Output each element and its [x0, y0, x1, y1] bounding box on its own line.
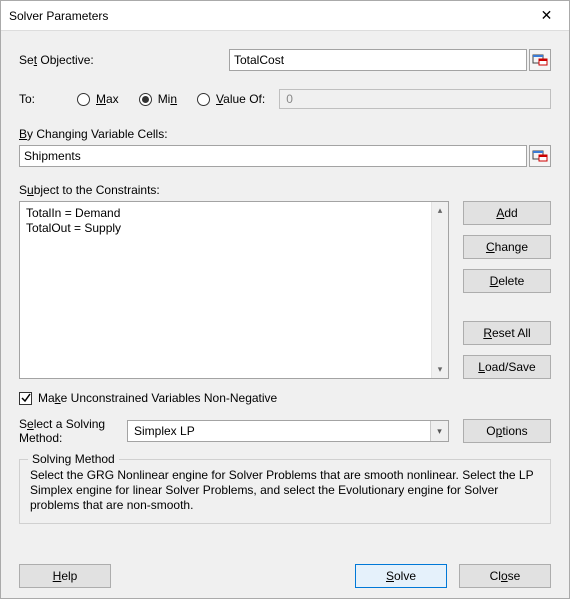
unconstrained-checkbox[interactable] — [19, 392, 32, 405]
window-title: Solver Parameters — [9, 9, 108, 23]
row-to: To: Max Min Value Of: 0 — [19, 89, 551, 109]
radio-max[interactable]: Max — [77, 92, 119, 106]
changing-cells-input[interactable] — [19, 145, 527, 167]
label-constraints: Subject to the Constraints: — [19, 183, 551, 197]
constraints-listbox[interactable]: TotalIn = Demand TotalOut = Supply ▴ ▾ — [19, 201, 449, 379]
add-button[interactable]: Add — [463, 201, 551, 225]
delete-button[interactable]: Delete — [463, 269, 551, 293]
solving-method-value: Simplex LP — [134, 424, 195, 438]
dialog-body: Set Objective: To: Max Min — [1, 31, 569, 598]
reset-all-button[interactable]: Reset All — [463, 321, 551, 345]
label-changing-cells: By Changing Variable Cells: — [19, 127, 551, 141]
label-to: To: — [19, 92, 77, 106]
radio-min-label: Min — [158, 92, 177, 106]
radio-value-of[interactable]: Value Of: — [197, 92, 265, 106]
constraint-side-buttons: Add Change Delete Reset All Load/Save — [463, 201, 551, 379]
solving-method-select[interactable]: Simplex LP ▾ — [127, 420, 449, 442]
radio-max-label: Max — [96, 92, 119, 106]
section-changing-cells: By Changing Variable Cells: — [19, 127, 551, 167]
solver-parameters-dialog: Solver Parameters ✕ Set Objective: To: — [0, 0, 570, 599]
title-bar: Solver Parameters ✕ — [1, 1, 569, 31]
solving-method-group: Solving Method Select the GRG Nonlinear … — [19, 459, 551, 524]
label-unconstrained: Make Unconstrained Variables Non-Negativ… — [38, 391, 277, 405]
collapse-dialog-icon — [532, 148, 548, 164]
scrollbar[interactable]: ▴ ▾ — [431, 202, 448, 378]
objective-input[interactable] — [229, 49, 527, 71]
value-of-input: 0 — [279, 89, 551, 109]
chevron-down-icon: ▾ — [430, 421, 448, 441]
scroll-down-icon[interactable]: ▾ — [432, 361, 448, 378]
constraint-item[interactable]: TotalIn = Demand — [26, 206, 444, 221]
bottom-button-bar: Help Solve Close — [19, 552, 551, 588]
radio-min-indicator — [139, 93, 152, 106]
row-solving-method: Select a SolvingMethod: Simplex LP ▾ Opt… — [19, 417, 551, 445]
solving-method-description: Select the GRG Nonlinear engine for Solv… — [30, 468, 540, 513]
solve-button[interactable]: Solve — [355, 564, 447, 588]
radio-valueof-label: Value Of: — [216, 92, 265, 106]
changing-cells-ref-button[interactable] — [529, 145, 551, 167]
change-button[interactable]: Change — [463, 235, 551, 259]
constraint-item[interactable]: TotalOut = Supply — [26, 221, 444, 236]
check-icon — [21, 393, 31, 403]
radio-valueof-indicator — [197, 93, 210, 106]
options-button[interactable]: Options — [463, 419, 551, 443]
label-set-objective: Set Objective: — [19, 53, 229, 67]
row-unconstrained-checkbox[interactable]: Make Unconstrained Variables Non-Negativ… — [19, 391, 551, 405]
solving-method-legend: Solving Method — [28, 452, 119, 466]
label-select-method: Select a SolvingMethod: — [19, 417, 127, 445]
scroll-up-icon[interactable]: ▴ — [432, 202, 448, 219]
close-button[interactable]: Close — [459, 564, 551, 588]
objective-ref-button[interactable] — [529, 49, 551, 71]
collapse-dialog-icon — [532, 52, 548, 68]
radio-min[interactable]: Min — [139, 92, 177, 106]
radio-max-indicator — [77, 93, 90, 106]
section-constraints: Subject to the Constraints: TotalIn = De… — [19, 183, 551, 379]
close-icon[interactable]: ✕ — [524, 1, 569, 30]
row-set-objective: Set Objective: — [19, 49, 551, 71]
help-button[interactable]: Help — [19, 564, 111, 588]
load-save-button[interactable]: Load/Save — [463, 355, 551, 379]
